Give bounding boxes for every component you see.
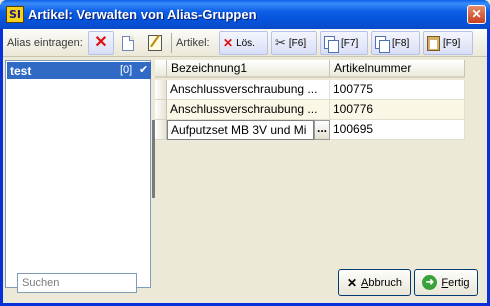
table-row[interactable]: Anschlussverschraubung ... 100775	[155, 80, 465, 100]
table-row[interactable]: Anschlussverschraubung ... 100776	[155, 100, 465, 120]
f6-label: [F6]	[288, 37, 307, 49]
alias-count: [0]	[120, 64, 133, 76]
close-button[interactable]: ✕	[467, 5, 486, 24]
abbruch-button[interactable]: ✕ Abbruch	[338, 269, 411, 296]
cell-artikelnummer[interactable]: 100695	[330, 120, 465, 140]
f8-label: [F8]	[392, 37, 410, 49]
paste-f9-button[interactable]: [F9]	[423, 31, 473, 55]
loeschen-label: Lös.	[236, 37, 255, 49]
cell-bezeichnung-editor[interactable]: Aufputzset MB 3V und Mi	[167, 120, 314, 140]
delete-alias-button[interactable]: ✕	[88, 31, 114, 55]
cut-f6-button[interactable]: ✂ [F6]	[271, 31, 317, 55]
new-alias-button[interactable]	[116, 31, 140, 55]
dialog-window: SI Artikel: Verwalten von Alias-Gruppen …	[0, 0, 490, 306]
toolbar-separator	[171, 33, 172, 53]
scissors-icon: ✂	[275, 35, 286, 50]
loeschen-button[interactable]: ✕ Lös.	[219, 31, 268, 55]
fertig-button[interactable]: ➜ Fertig	[414, 269, 478, 296]
column-header-bezeichnung1[interactable]: Bezeichnung1	[167, 60, 330, 78]
cell-bezeichnung[interactable]: Anschlussverschraubung ...	[167, 80, 330, 100]
copy-icon	[324, 35, 339, 53]
cell-artikelnummer[interactable]: 100776	[330, 100, 465, 120]
edit-alias-button[interactable]	[143, 31, 167, 55]
fertig-label: Fertig	[441, 276, 470, 289]
cancel-x-icon: ✕	[346, 275, 358, 290]
copy-f8-button[interactable]: [F8]	[371, 31, 420, 55]
column-header-artikelnummer[interactable]: Artikelnummer	[330, 60, 465, 78]
dialog-client-area: Alias eintragen: ✕ Artikel: ✕ Lös. ✂ [F6…	[3, 29, 487, 303]
alias-list-item[interactable]: test [0] ✔	[7, 62, 151, 79]
search-input[interactable]: Suchen	[17, 273, 137, 293]
article-grid[interactable]: Bezeichnung1 Artikelnummer Anschlussvers…	[155, 60, 465, 288]
alias-name: test	[10, 64, 32, 78]
toolbar: Alias eintragen: ✕ Artikel: ✕ Lös. ✂ [F6…	[3, 29, 487, 57]
new-document-icon	[122, 35, 134, 51]
edit-note-icon	[148, 35, 162, 51]
app-logo: SI	[6, 6, 24, 23]
row-header[interactable]	[155, 120, 167, 140]
table-row[interactable]: Aufputzset MB 3V und Mi ... 100695	[155, 120, 465, 140]
cell-bezeichnung[interactable]: Anschlussverschraubung ...	[167, 100, 330, 120]
row-header[interactable]	[155, 80, 167, 100]
f9-label: [F9]	[443, 37, 461, 49]
delete-icon: ✕	[223, 36, 234, 50]
artikel-label: Artikel:	[176, 37, 210, 49]
copy-all-icon	[375, 35, 390, 53]
green-arrow-icon: ➜	[422, 275, 438, 290]
abbruch-label: Abbruch	[361, 276, 403, 289]
f7-label: [F7]	[341, 37, 359, 49]
ellipsis-button[interactable]: ...	[314, 120, 330, 140]
clipboard-paste-icon	[427, 35, 440, 51]
alias-eintragen-label: Alias eintragen:	[7, 37, 83, 49]
red-x-icon: ✕	[94, 34, 108, 51]
checkmark-icon: ✔	[139, 64, 149, 76]
copy-f7-button[interactable]: [F7]	[320, 31, 368, 55]
row-header[interactable]	[155, 100, 167, 120]
grid-corner-header	[155, 60, 167, 78]
title-bar[interactable]: SI Artikel: Verwalten von Alias-Gruppen …	[0, 0, 490, 29]
alias-group-list[interactable]: test [0] ✔	[5, 60, 151, 288]
cell-artikelnummer[interactable]: 100775	[330, 80, 465, 100]
window-title: Artikel: Verwalten von Alias-Gruppen	[28, 7, 257, 22]
